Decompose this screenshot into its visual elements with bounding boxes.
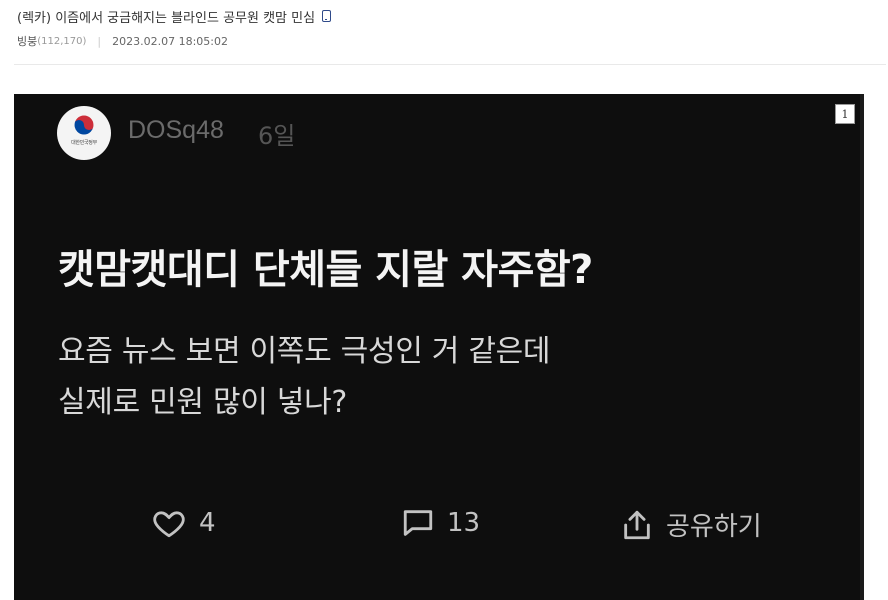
header-divider [14,64,886,65]
author-points: (112,170) [37,35,87,47]
time-ago: 6일 [258,122,296,150]
like-count: 4 [199,508,216,538]
username: DOSq48 [128,116,224,144]
post-meta: 빙붕 (112,170) | 2023.02.07 18:05:02 [17,33,877,49]
card-headline: 캣맘캣대디 단체들 지랄 자주함? [58,247,593,293]
comment-button: 13 [401,506,480,540]
taegeuk-icon [73,114,95,136]
mobile-icon [322,10,332,22]
share-icon [624,510,650,539]
card-actions: 4 13 공유하기 [14,506,864,546]
avatar: 대한민국정부 [57,106,111,160]
share-label: 공유하기 [666,512,762,542]
avatar-caption: 대한민국정부 [71,140,97,146]
comment-count: 13 [447,508,481,538]
like-button: 4 [151,506,216,540]
card-body-line: 실제로 민원 많이 넣나? [58,385,348,420]
comment-icon [403,510,433,536]
heart-icon [153,511,185,538]
share-button: 공유하기 [620,506,762,543]
post-date: 2023.02.07 18:05:02 [112,34,229,48]
image-index-badge: 1 [835,104,855,124]
meta-separator: | [97,34,102,48]
post-header: (렉카) 이즘에서 궁금해지는 블라인드 공무원 캣맘 민심 빙붕 (112,1… [17,6,877,48]
post-title[interactable]: (렉카) 이즘에서 궁금해지는 블라인드 공무원 캣맘 민심 [17,6,877,26]
post-title-text[interactable]: (렉카) 이즘에서 궁금해지는 블라인드 공무원 캣맘 민심 [17,7,315,26]
embedded-screenshot: 대한민국정부 DOSq48 6일 캣맘캣대디 단체들 지랄 자주함? 요즘 뉴스… [14,94,864,600]
card-body-line: 요즘 뉴스 보면 이쪽도 극성인 거 같은데 [58,334,551,369]
author-name[interactable]: 빙붕 [17,33,37,49]
